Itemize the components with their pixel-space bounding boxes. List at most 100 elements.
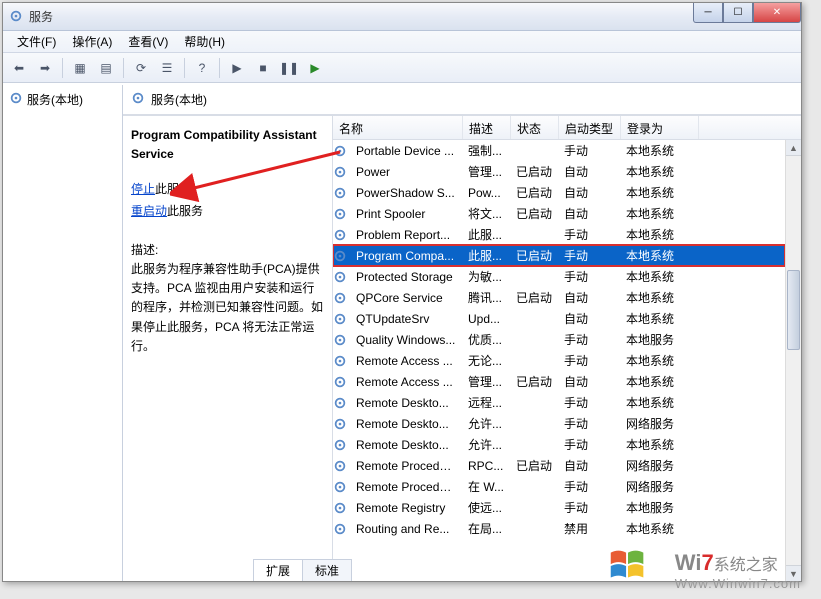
gear-icon: [333, 438, 347, 452]
cell-name: Problem Report...: [350, 228, 462, 242]
service-row[interactable]: Routing and Re...在局...禁用本地系统: [333, 518, 785, 539]
cell-logon: 本地系统: [620, 520, 698, 537]
menu-action[interactable]: 操作(A): [64, 31, 120, 52]
menu-help[interactable]: 帮助(H): [176, 31, 233, 52]
cell-name: Power: [350, 165, 462, 179]
minimize-button[interactable]: ─: [693, 3, 723, 23]
properties-button[interactable]: ☰: [155, 56, 179, 80]
service-row[interactable]: QPCore Service腾讯...已启动自动本地系统: [333, 287, 785, 308]
stop-service-button[interactable]: ■: [251, 56, 275, 80]
cell-desc: 此服...: [462, 226, 510, 243]
gear-icon: [333, 459, 347, 473]
restart-service-button[interactable]: ▶: [303, 56, 327, 80]
cell-startup: 手动: [558, 352, 620, 369]
start-service-button[interactable]: ▶: [225, 56, 249, 80]
gear-icon: [333, 291, 347, 305]
cell-logon: 本地系统: [620, 373, 698, 390]
menu-view[interactable]: 查看(V): [120, 31, 176, 52]
tree-root-services[interactable]: 服务(本地): [7, 89, 118, 110]
cell-startup: 手动: [558, 142, 620, 159]
stop-service-link[interactable]: 停止: [131, 182, 155, 196]
export-list-button[interactable]: ▤: [94, 56, 118, 80]
cell-name: Remote Registry: [350, 501, 462, 515]
detail-pane: Program Compatibility Assistant Service …: [123, 116, 333, 581]
tab-standard[interactable]: 标准: [302, 559, 352, 581]
service-row[interactable]: Problem Report...此服...手动本地系统: [333, 224, 785, 245]
service-row[interactable]: Protected Storage为敏...手动本地系统: [333, 266, 785, 287]
gear-icon: [333, 480, 347, 494]
back-button[interactable]: ⬅: [7, 56, 31, 80]
col-description[interactable]: 描述: [463, 116, 511, 139]
pause-service-button[interactable]: ❚❚: [277, 56, 301, 80]
restart-service-link[interactable]: 重启动: [131, 204, 167, 218]
console-tree: 服务(本地): [3, 85, 123, 581]
gear-icon: [333, 144, 347, 158]
cell-desc: 腾讯...: [462, 289, 510, 306]
cell-logon: 本地系统: [620, 394, 698, 411]
service-row[interactable]: PowerShadow S...Pow...已启动自动本地系统: [333, 182, 785, 203]
cell-startup: 自动: [558, 373, 620, 390]
restart-service-suffix: 此服务: [167, 204, 203, 218]
vertical-scrollbar[interactable]: ▲ ▼: [785, 140, 801, 581]
scroll-thumb[interactable]: [787, 270, 800, 350]
menu-file[interactable]: 文件(F): [9, 31, 64, 52]
watermark: Wi7系统之家 Www.Winwin7.com: [675, 550, 801, 591]
gear-icon: [333, 228, 347, 242]
gear-icon: [333, 396, 347, 410]
titlebar[interactable]: 服务 ─ ☐ ✕: [3, 3, 801, 31]
forward-button[interactable]: ➡: [33, 56, 57, 80]
stop-service-suffix: 此服务: [155, 182, 191, 196]
service-row[interactable]: Quality Windows...优质...手动本地服务: [333, 329, 785, 350]
cell-name: Remote Deskto...: [350, 396, 462, 410]
service-row[interactable]: Program Compa...此服...已启动手动本地系统: [333, 245, 785, 266]
maximize-button[interactable]: ☐: [723, 3, 753, 23]
cell-desc: 管理...: [462, 163, 510, 180]
gear-icon: [333, 165, 347, 179]
cell-status: 已启动: [510, 163, 558, 180]
win7-logo-icon: [605, 543, 651, 589]
col-logon[interactable]: 登录为: [621, 116, 699, 139]
service-row[interactable]: Portable Device ...强制...手动本地系统: [333, 140, 785, 161]
service-row[interactable]: Remote Access ...管理...已启动自动本地系统: [333, 371, 785, 392]
cell-name: Remote Procedu...: [350, 480, 462, 494]
scroll-up-icon[interactable]: ▲: [786, 140, 801, 156]
show-hide-tree-button[interactable]: ▦: [68, 56, 92, 80]
cell-logon: 本地系统: [620, 142, 698, 159]
service-row[interactable]: Remote Registry使远...手动本地服务: [333, 497, 785, 518]
help-button[interactable]: ?: [190, 56, 214, 80]
service-row[interactable]: Remote Procedu...在 W...手动网络服务: [333, 476, 785, 497]
services-list: 名称 描述 状态 启动类型 登录为 Portable Device ...强制.…: [333, 116, 801, 581]
service-row[interactable]: Print Spooler将文...已启动自动本地系统: [333, 203, 785, 224]
selected-service-name: Program Compatibility Assistant Service: [131, 126, 324, 164]
cell-name: QTUpdateSrv: [350, 312, 462, 326]
service-row[interactable]: Remote Deskto...允许...手动本地系统: [333, 434, 785, 455]
service-row[interactable]: Remote Deskto...远程...手动本地系统: [333, 392, 785, 413]
close-button[interactable]: ✕: [753, 3, 801, 23]
gear-icon: [333, 333, 347, 347]
panel-header: 服务(本地): [123, 85, 801, 115]
cell-desc: 远程...: [462, 394, 510, 411]
cell-desc: 在局...: [462, 520, 510, 537]
col-startup[interactable]: 启动类型: [559, 116, 621, 139]
service-row[interactable]: Power管理...已启动自动本地系统: [333, 161, 785, 182]
col-name[interactable]: 名称: [333, 116, 463, 139]
service-row[interactable]: Remote Procedu...RPC...已启动自动网络服务: [333, 455, 785, 476]
cell-logon: 本地服务: [620, 331, 698, 348]
cell-desc: Upd...: [462, 312, 510, 326]
cell-startup: 自动: [558, 205, 620, 222]
col-status[interactable]: 状态: [511, 116, 559, 139]
cell-status: 已启动: [510, 373, 558, 390]
service-row[interactable]: Remote Access ...无论...手动本地系统: [333, 350, 785, 371]
gear-icon: [333, 207, 347, 221]
tab-extended[interactable]: 扩展: [253, 559, 303, 581]
cell-startup: 自动: [558, 457, 620, 474]
cell-name: Protected Storage: [350, 270, 462, 284]
cell-logon: 本地系统: [620, 352, 698, 369]
refresh-button[interactable]: ⟳: [129, 56, 153, 80]
cell-name: Program Compa...: [350, 249, 462, 263]
service-row[interactable]: Remote Deskto...允许...手动网络服务: [333, 413, 785, 434]
cell-desc: 为敏...: [462, 268, 510, 285]
cell-desc: 管理...: [462, 373, 510, 390]
service-row[interactable]: QTUpdateSrvUpd...自动本地系统: [333, 308, 785, 329]
gear-icon: [333, 375, 347, 389]
